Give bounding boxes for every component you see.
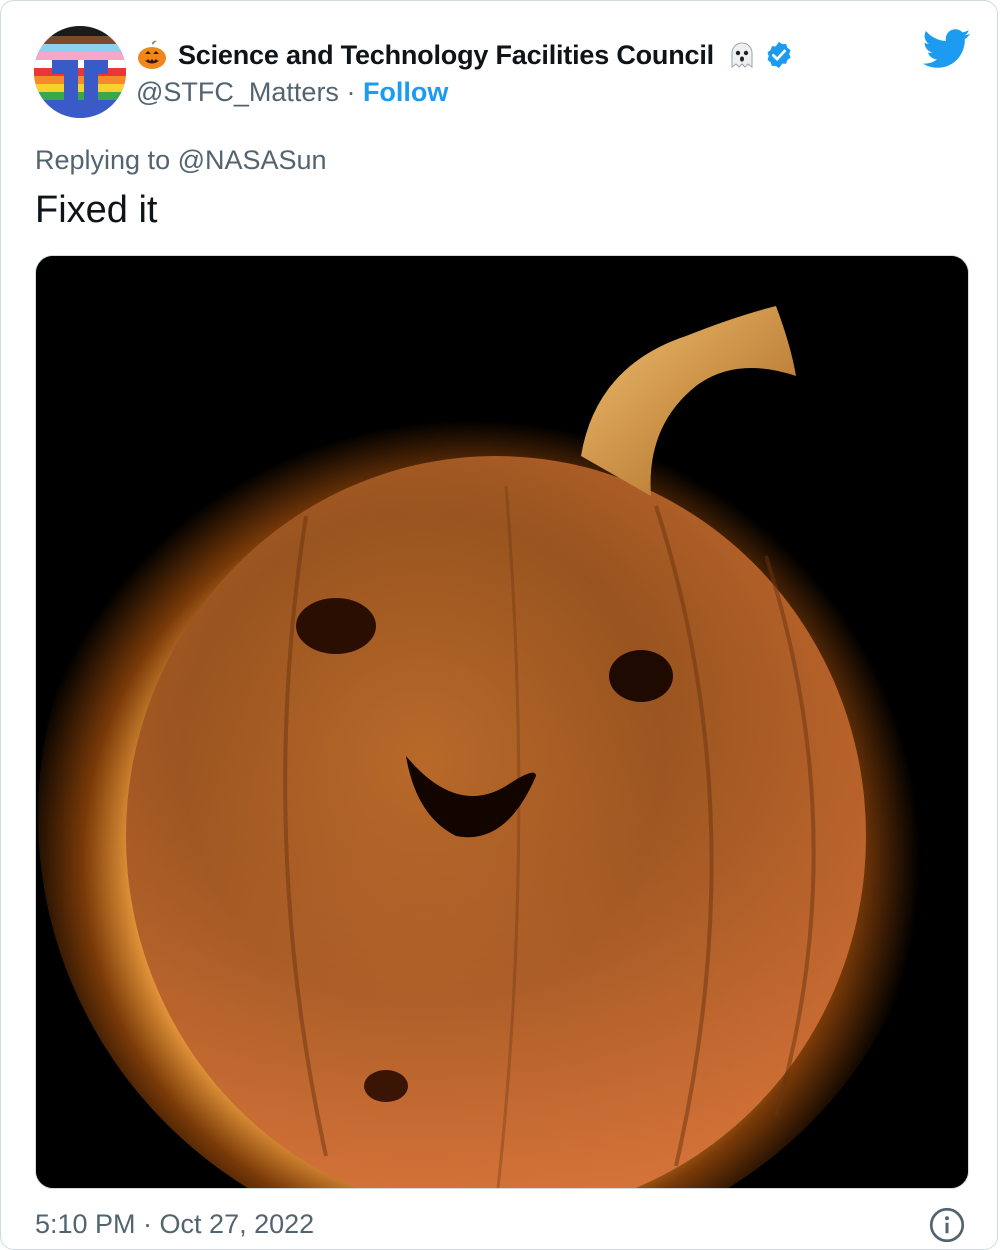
avatar[interactable] bbox=[34, 26, 126, 118]
handle-row: @STFC_Matters · Follow bbox=[136, 77, 448, 108]
reply-mention-link[interactable]: @NASASun bbox=[178, 145, 327, 175]
ghost-emoji-icon bbox=[731, 42, 753, 68]
author-handle[interactable]: @STFC_Matters bbox=[136, 77, 339, 107]
tweet-card: Science and Technology Facilities Counci… bbox=[0, 0, 998, 1250]
pumpkin-emoji-icon bbox=[138, 40, 166, 69]
twitter-bird-icon[interactable] bbox=[923, 29, 971, 69]
handle-separator: · bbox=[338, 77, 363, 107]
tweet-timestamp[interactable]: 5:10 PM · Oct 27, 2022 bbox=[35, 1209, 314, 1240]
reply-prefix: Replying to bbox=[35, 145, 178, 175]
verified-badge-icon bbox=[767, 41, 791, 69]
follow-button[interactable]: Follow bbox=[363, 77, 448, 107]
tweet-media[interactable] bbox=[35, 255, 969, 1189]
avatar-image bbox=[34, 26, 126, 118]
display-name[interactable]: Science and Technology Facilities Counci… bbox=[178, 40, 714, 71]
sun-pumpkin-image bbox=[36, 256, 968, 1188]
tweet-text: Fixed it bbox=[35, 189, 158, 231]
author-name-row: Science and Technology Facilities Counci… bbox=[136, 37, 794, 73]
info-icon[interactable] bbox=[929, 1207, 965, 1243]
replying-to: Replying to @NASASun bbox=[35, 145, 327, 176]
